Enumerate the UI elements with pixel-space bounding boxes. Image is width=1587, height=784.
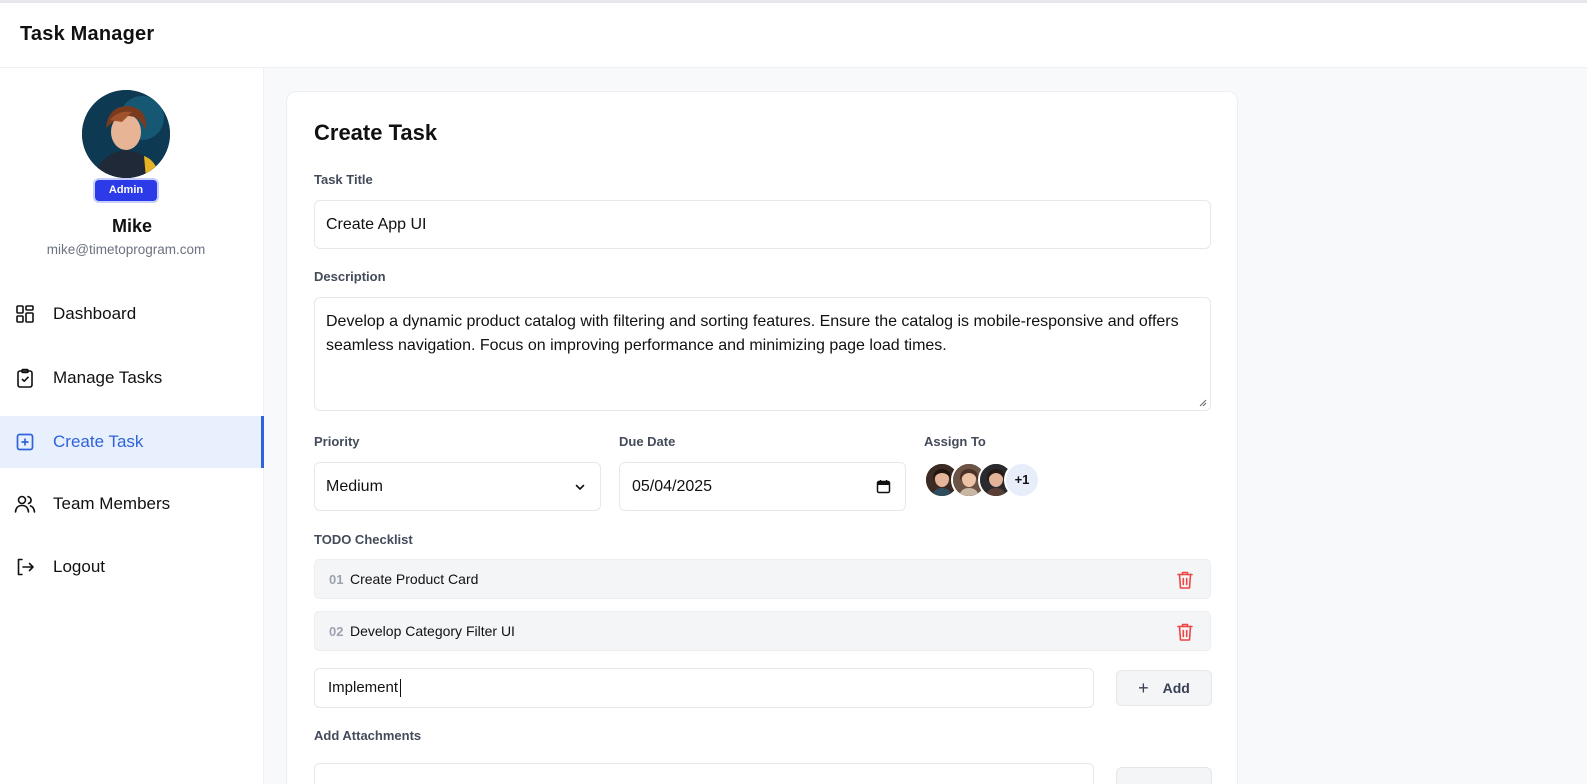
plus-square-icon (14, 431, 36, 453)
add-button-label: Add (1162, 680, 1190, 696)
task-title-input[interactable]: Create App UI (314, 200, 1211, 249)
trash-icon[interactable] (1176, 622, 1194, 642)
new-todo-value: Implement (328, 679, 399, 696)
plus-icon: + (1138, 677, 1149, 698)
todo-number: 02 (329, 623, 344, 639)
sidebar-item-label: Manage Tasks (53, 368, 163, 387)
user-email: mike@timetoprogram.com (46, 242, 206, 257)
attachments-label: Add Attachments (314, 728, 422, 743)
app-title: Task Manager (20, 23, 155, 45)
clipboard-check-icon (14, 367, 36, 389)
sidebar-item-label: Logout (53, 557, 105, 576)
top-bar: Task Manager (0, 0, 1587, 68)
description-label: Description (314, 269, 386, 284)
todo-item: 01 Create Product Card (314, 559, 1211, 599)
priority-label: Priority (314, 434, 360, 449)
sidebar-item-label: Team Members (53, 494, 171, 513)
todo-text: Create Product Card (350, 571, 479, 587)
todo-item: 02 Develop Category Filter UI (314, 611, 1211, 651)
add-attachment-button[interactable] (1116, 767, 1212, 784)
sidebar-item-label: Create Task (53, 432, 144, 451)
text-caret (400, 679, 402, 698)
due-date-label: Due Date (619, 434, 676, 449)
users-icon (14, 493, 36, 515)
sidebar-item-create-task[interactable]: Create Task (0, 416, 264, 468)
calendar-icon[interactable] (876, 479, 891, 494)
sidebar-item-manage-tasks[interactable]: Manage Tasks (0, 352, 264, 404)
page-title: Create Task (314, 120, 438, 145)
description-text: Develop a dynamic product catalog with f… (326, 313, 1179, 354)
todo-text: Develop Category Filter UI (350, 623, 515, 639)
dashboard-icon (14, 303, 36, 325)
priority-select[interactable]: Medium (314, 462, 601, 511)
sidebar-item-label: Dashboard (53, 304, 137, 323)
resize-handle-icon[interactable] (1198, 398, 1207, 407)
logout-icon (14, 556, 36, 578)
avatar (82, 90, 170, 178)
assign-to-label: Assign To (924, 434, 986, 449)
due-date-input[interactable]: 05/04/2025 (619, 462, 906, 511)
user-name: Mike (111, 216, 153, 236)
more-assignees-badge[interactable]: +1 (1004, 462, 1040, 498)
chevron-down-icon (575, 484, 585, 491)
description-textarea[interactable]: Develop a dynamic product catalog with f… (314, 297, 1211, 411)
sidebar-item-logout[interactable]: Logout (0, 541, 264, 593)
priority-value: Medium (326, 478, 383, 495)
attachment-input[interactable] (314, 763, 1094, 784)
sidebar: Admin Mike mike@timetoprogram.com Dashbo… (0, 68, 264, 784)
task-title-label: Task Title (314, 172, 373, 187)
role-badge: Admin (95, 180, 157, 201)
due-date-value: 05/04/2025 (632, 478, 713, 495)
create-task-card: Create Task Task Title Create App UI Des… (286, 91, 1238, 784)
trash-icon[interactable] (1176, 570, 1194, 590)
todo-checklist-label: TODO Checklist (314, 532, 413, 547)
sidebar-item-dashboard[interactable]: Dashboard (0, 288, 264, 340)
sidebar-item-team-members[interactable]: Team Members (0, 478, 264, 530)
add-todo-button[interactable]: + Add (1116, 670, 1212, 706)
todo-number: 01 (329, 571, 344, 587)
new-todo-input[interactable]: Implement (314, 668, 1094, 708)
